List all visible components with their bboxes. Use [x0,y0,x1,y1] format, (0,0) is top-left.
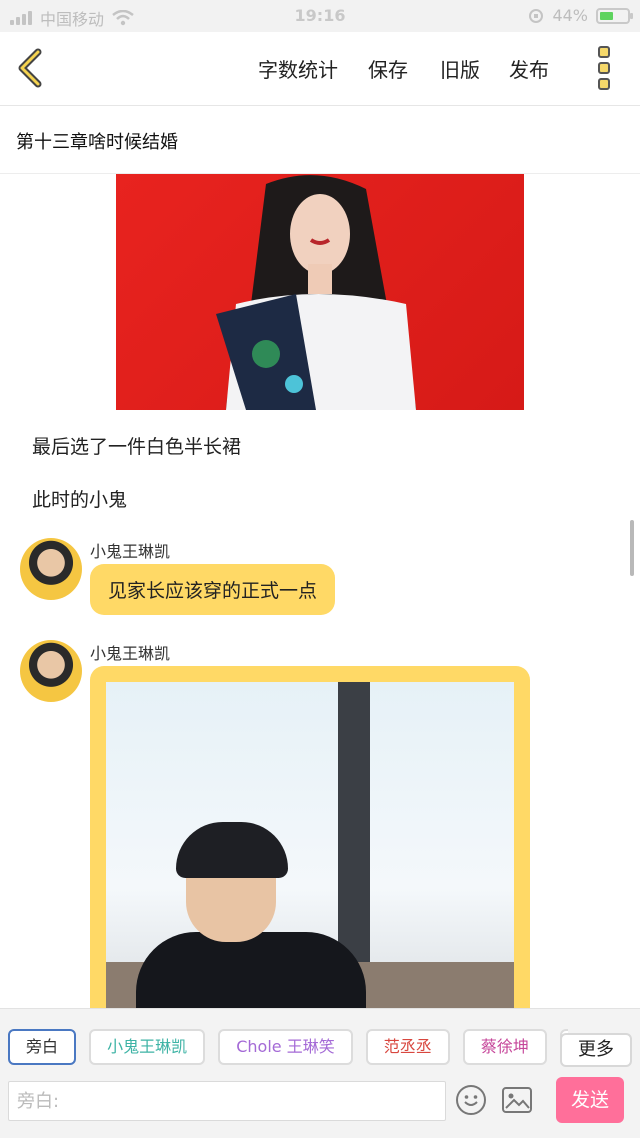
role-chip-narration[interactable]: 旁白 [8,1029,77,1065]
editor-header: 字数统计 保存 旧版 发布 [0,32,640,106]
chapter-title[interactable]: 第十三章啥时候结婚 [0,106,640,174]
send-button[interactable]: 发送 [556,1077,624,1123]
image-bubble[interactable] [90,666,530,1008]
message-bubble[interactable]: 见家长应该穿的正式一点 [90,564,336,615]
chevron-left-icon[interactable] [12,48,52,88]
status-bar: 中国移动 19:16 44% [0,0,640,32]
orientation-lock-icon [529,8,544,23]
scrollbar[interactable] [630,520,634,576]
role-selector: 旁白 小鬼王琳凯 Chole 王琳笑 范丞丞 蔡徐坤 林彦 [8,1029,568,1069]
chat-message: 小鬼王琳凯 见家长应该穿的正式一点 [20,538,620,618]
publish-button[interactable]: 发布 [509,54,549,83]
more-vertical-icon[interactable] [598,46,614,90]
old-version-button[interactable]: 旧版 [440,54,480,83]
role-chip[interactable]: 小鬼王琳凯 [89,1029,206,1065]
role-chip[interactable]: 范丞丞 [365,1029,450,1065]
composer: 旁白 小鬼王琳凯 Chole 王琳笑 范丞丞 蔡徐坤 林彦 更多 发送 [0,1008,640,1138]
story-content[interactable]: 最后选了一件白色半长裙 此时的小鬼 小鬼王琳凯 见家长应该穿的正式一点 小鬼王琳… [0,174,640,1008]
save-button[interactable]: 保存 [368,54,408,83]
message-input[interactable] [8,1081,446,1121]
battery-icon [596,7,633,24]
sender-name: 小鬼王琳凯 [90,644,171,663]
status-right: 44% [528,6,633,25]
battery-percent: 44% [552,6,588,25]
emoji-icon[interactable] [456,1085,486,1115]
paragraph: 此时的小鬼 [32,489,128,511]
story-image-boy [106,682,514,1008]
avatar[interactable] [20,640,82,702]
avatar[interactable] [20,538,82,600]
word-count-button[interactable]: 字数统计 [258,54,338,83]
image-icon[interactable] [502,1087,532,1113]
paragraph: 最后选了一件白色半长裙 [32,436,242,458]
role-chip[interactable]: 蔡徐坤 [462,1029,547,1065]
chat-message: 小鬼王琳凯 [20,640,620,1008]
role-chip[interactable]: Chole 王琳笑 [218,1029,353,1065]
more-roles-button[interactable]: 更多 [560,1033,632,1067]
sender-name: 小鬼王琳凯 [90,542,171,561]
story-image-red [116,174,524,410]
